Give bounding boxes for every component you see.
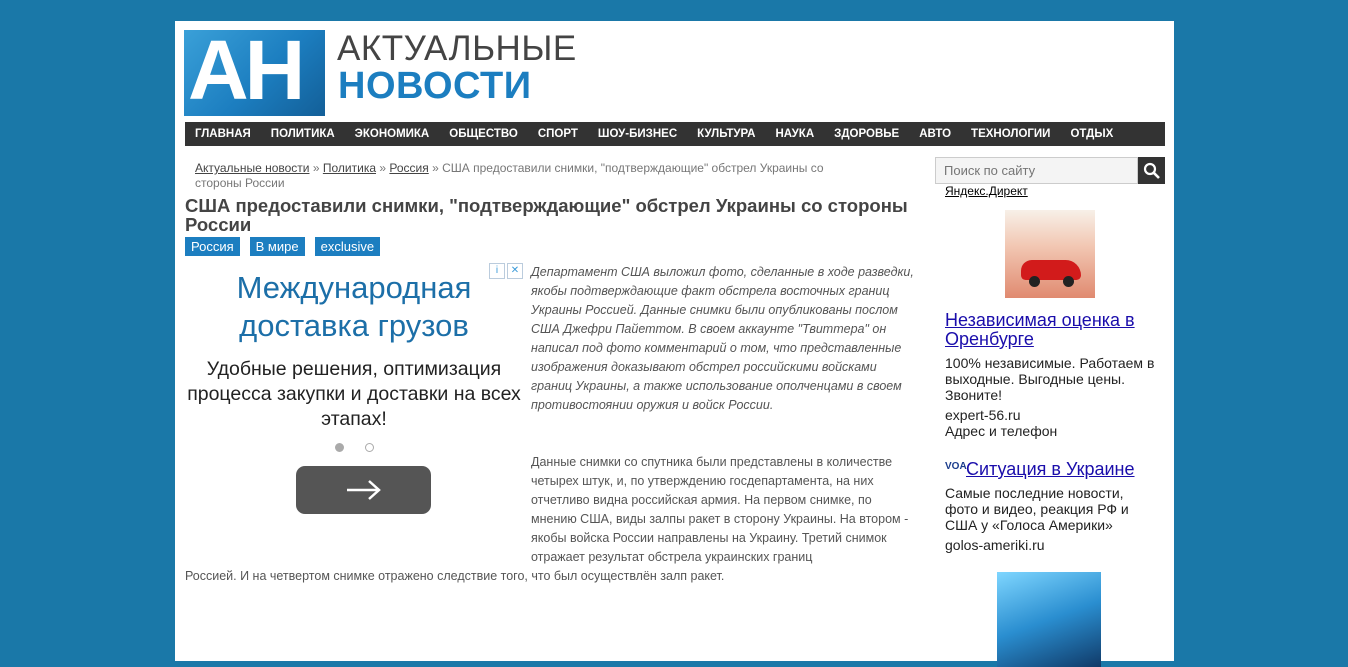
article-tags: Россия В мире exclusive — [185, 237, 381, 256]
article-paragraph: Данные снимки со спутника были представл… — [531, 455, 909, 564]
site-logo[interactable]: АН — [184, 30, 325, 116]
site-search — [935, 157, 1165, 184]
carousel-dot-1[interactable] — [335, 443, 344, 452]
nav-item-economy[interactable]: ЭКОНОМИКА — [345, 122, 440, 146]
sidebar-ad2-title[interactable]: Ситуация в Украине — [966, 460, 1135, 479]
tag-russia[interactable]: Россия — [185, 237, 240, 256]
breadcrumb-politics[interactable]: Политика — [323, 161, 376, 175]
breadcrumb-home[interactable]: Актуальные новости — [195, 161, 310, 175]
nav-item-home[interactable]: ГЛАВНАЯ — [185, 122, 261, 146]
nav-item-sport[interactable]: СПОРТ — [528, 122, 588, 146]
ad-subtext[interactable]: Удобные решения, оптимизация процесса за… — [185, 357, 523, 432]
breadcrumb-sep: » — [312, 161, 320, 175]
sidebar-ad2-text[interactable]: Самые последние новости, фото и видео, р… — [945, 485, 1155, 533]
ad-carousel-dots — [335, 443, 374, 452]
sidebar-ad1-extra-link[interactable]: Адрес и телефон — [945, 423, 1057, 439]
tag-world[interactable]: В мире — [249, 237, 305, 256]
ad-banner[interactable]: i ✕ Международная доставка грузов Удобны… — [185, 261, 523, 551]
nav-item-tech[interactable]: ТЕХНОЛОГИИ — [961, 122, 1060, 146]
wheel-shape — [1029, 276, 1040, 287]
nav-item-society[interactable]: ОБЩЕСТВО — [439, 122, 528, 146]
breadcrumb-sep: » — [432, 161, 439, 175]
nav-item-showbiz[interactable]: ШОУ-БИЗНЕС — [588, 122, 687, 146]
main-nav: ГЛАВНАЯ ПОЛИТИКА ЭКОНОМИКА ОБЩЕСТВО СПОР… — [185, 122, 1165, 146]
nav-item-politics[interactable]: ПОЛИТИКА — [261, 122, 345, 146]
sidebar-ad1-text[interactable]: 100% независимые. Работаем в выходные. В… — [945, 355, 1155, 403]
sidebar-ad2-domain[interactable]: golos-ameriki.ru — [945, 537, 1045, 553]
sidebar-ad1-domain[interactable]: expert-56.ru — [945, 407, 1020, 423]
yandex-direct-link[interactable]: Яндекс.Директ — [945, 184, 1028, 198]
breadcrumb-sep: » — [379, 161, 387, 175]
ad-headline[interactable]: Международная доставка грузов — [185, 269, 523, 345]
wheel-shape — [1063, 276, 1074, 287]
search-button[interactable] — [1138, 157, 1165, 184]
sidebar-ad1-title[interactable]: Независимая оценка в Оренбурге — [945, 311, 1155, 349]
nav-item-culture[interactable]: КУЛЬТУРА — [687, 122, 765, 146]
ad-next-button[interactable] — [296, 466, 431, 514]
tag-exclusive[interactable]: exclusive — [314, 237, 381, 256]
logo-title-line2[interactable]: НОВОСТИ — [338, 65, 532, 108]
nav-item-auto[interactable]: АВТО — [909, 122, 961, 146]
logo-title-line1[interactable]: АКТУАЛЬНЫЕ — [337, 29, 577, 69]
breadcrumb: Актуальные новости » Политика » Россия »… — [195, 161, 835, 191]
voa-logo-icon: VOA — [945, 461, 967, 472]
arrow-right-icon — [346, 480, 381, 500]
nav-item-travel[interactable]: ОТДЫХ — [1060, 122, 1123, 146]
search-icon — [1143, 162, 1160, 179]
article-paragraph-continued: Россией. И на четвертом снимке отражено … — [185, 569, 725, 583]
nav-item-health[interactable]: ЗДОРОВЬЕ — [824, 122, 909, 146]
breadcrumb-russia[interactable]: Россия — [389, 161, 428, 175]
page-container: АН АКТУАЛЬНЫЕ НОВОСТИ ГЛАВНАЯ ПОЛИТИКА Э… — [175, 21, 1174, 667]
ad-image-laptop-money[interactable] — [997, 572, 1101, 667]
logo-letters: АН — [188, 30, 305, 116]
carousel-dot-2[interactable] — [365, 443, 374, 452]
search-input[interactable] — [935, 157, 1138, 184]
ad-image-car-in-hands[interactable] — [1005, 210, 1095, 298]
nav-item-science[interactable]: НАУКА — [765, 122, 824, 146]
article-lead: Департамент США выложил фото, сделанные … — [531, 265, 914, 412]
article-title: США предоставили снимки, "подтверждающие… — [185, 195, 908, 235]
